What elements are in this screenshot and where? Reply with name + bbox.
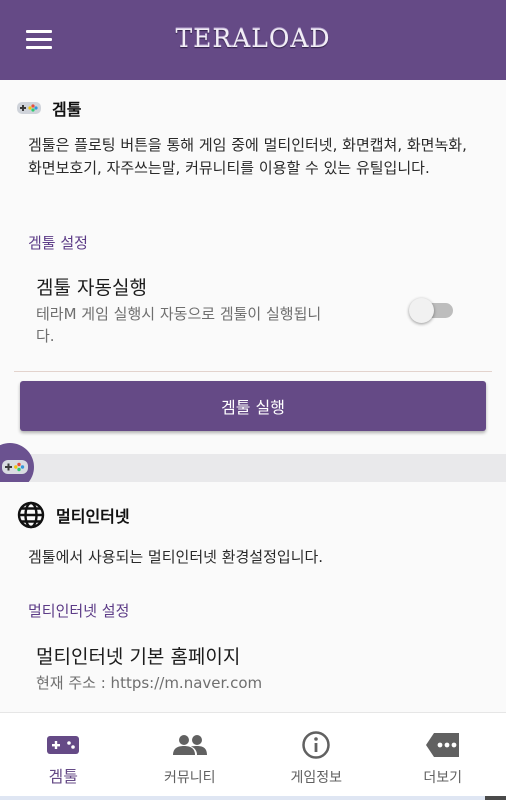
multi-internet-settings-header: 멀티인터넷 설정 bbox=[28, 602, 130, 620]
system-home-indicator-end bbox=[485, 796, 506, 800]
gamepad-icon bbox=[47, 736, 80, 754]
more-tag-icon bbox=[425, 733, 459, 757]
home-page-summary: 현재 주소 : https://m.naver.com bbox=[36, 674, 263, 692]
multi-internet-description: 겜툴에서 사용되는 멀티인터넷 환경설정입니다. bbox=[28, 548, 324, 566]
multi-internet-section: 멀티인터넷 겜툴에서 사용되는 멀티인터넷 환경설정입니다. 멀티인터넷 설정 … bbox=[0, 482, 506, 712]
bottom-navigation: 겜툴 커뮤니티 게임정보 더보기 bbox=[0, 712, 506, 800]
info-icon bbox=[302, 731, 330, 759]
gametool-title: 겜툴 bbox=[52, 100, 82, 119]
nav-item-more[interactable]: 더보기 bbox=[380, 713, 506, 800]
gamepad-icon bbox=[17, 102, 41, 114]
gametool-settings-header: 겜툴 설정 bbox=[28, 234, 88, 252]
multi-internet-title: 멀티인터넷 bbox=[56, 507, 130, 526]
nav-label: 게임정보 bbox=[290, 770, 343, 786]
auto-run-toggle[interactable] bbox=[409, 298, 455, 324]
multi-internet-header: 멀티인터넷 bbox=[16, 500, 130, 530]
toggle-thumb bbox=[409, 298, 434, 323]
people-icon bbox=[172, 735, 207, 755]
gamepad-icon bbox=[2, 460, 28, 474]
nav-label: 커뮤니티 bbox=[163, 770, 216, 786]
app-bar: TERALOAD bbox=[0, 0, 506, 80]
system-home-indicator bbox=[0, 796, 506, 800]
section-gap bbox=[0, 454, 506, 482]
globe-icon bbox=[17, 501, 45, 529]
nav-item-community[interactable]: 커뮤니티 bbox=[127, 713, 254, 800]
gametool-header: 겜툴 bbox=[16, 96, 81, 120]
auto-run-title: 겜툴 자동실행 bbox=[36, 277, 147, 299]
gametool-description: 겜툴은 플로팅 버튼을 통해 게임 중에 멀티인터넷, 화면캡쳐, 화면녹화, … bbox=[28, 136, 467, 177]
nav-item-game-info[interactable]: 게임정보 bbox=[253, 713, 380, 800]
nav-label: 더보기 bbox=[423, 770, 463, 786]
app-title: TERALOAD bbox=[175, 24, 331, 53]
home-page-title: 멀티인터넷 기본 홈페이지 bbox=[36, 646, 241, 668]
auto-run-summary: 테라M 게임 실행시 자동으로 겜툴이 실행됩니다. bbox=[36, 305, 322, 345]
run-gametool-button[interactable]: 겜툴 실행 bbox=[20, 381, 486, 431]
nav-item-gametool[interactable]: 겜툴 bbox=[0, 713, 127, 800]
divider bbox=[14, 371, 492, 372]
nav-label: 겜툴 bbox=[48, 767, 78, 786]
